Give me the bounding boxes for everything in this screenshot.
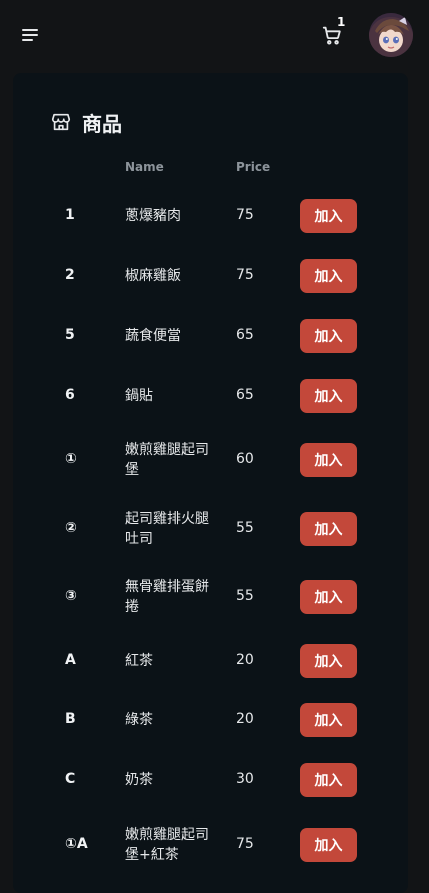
product-price: 60 <box>236 451 254 467</box>
hamburger-menu-icon[interactable] <box>22 26 42 44</box>
product-id: 1 <box>65 207 75 223</box>
add-to-cart-button[interactable]: 加入 <box>300 580 357 614</box>
product-name: 蔬食便當 <box>125 328 181 344</box>
product-price: 75 <box>236 836 254 852</box>
product-id: ① <box>65 451 77 467</box>
product-name: 綠茶 <box>125 712 153 728</box>
product-id: ③ <box>65 588 77 604</box>
add-to-cart-button[interactable]: 加入 <box>300 644 357 678</box>
column-header-name: Name <box>125 160 164 174</box>
product-price: 55 <box>236 588 254 604</box>
add-to-cart-button[interactable]: 加入 <box>300 703 357 737</box>
add-to-cart-button[interactable]: 加入 <box>300 259 357 293</box>
product-name: 紅茶 <box>125 653 153 669</box>
product-id: ② <box>65 520 77 536</box>
product-price: 65 <box>236 387 254 403</box>
add-to-cart-button[interactable]: 加入 <box>300 828 357 862</box>
user-avatar[interactable] <box>369 13 413 57</box>
product-id: B <box>65 711 76 727</box>
product-id: A <box>65 652 76 668</box>
add-to-cart-button[interactable]: 加入 <box>300 763 357 797</box>
avatar-image <box>369 13 413 57</box>
product-name: 蔥爆豬肉 <box>125 208 181 224</box>
add-to-cart-button[interactable]: 加入 <box>300 443 357 477</box>
product-price: 65 <box>236 327 254 343</box>
top-bar: 1 <box>0 0 429 70</box>
add-to-cart-button[interactable]: 加入 <box>300 512 357 546</box>
product-name: 奶茶 <box>125 772 153 788</box>
product-id: C <box>65 771 76 787</box>
product-price: 20 <box>236 652 254 668</box>
cart-count-badge: 1 <box>337 15 346 29</box>
column-header-price: Price <box>236 160 271 174</box>
section-header: 商品 <box>50 109 122 136</box>
section-title: 商品 <box>82 111 122 136</box>
add-to-cart-button[interactable]: 加入 <box>300 199 357 233</box>
product-id: 6 <box>65 387 75 403</box>
product-name: 鍋貼 <box>125 388 153 404</box>
product-name: 椒麻雞飯 <box>125 268 181 284</box>
product-price: 20 <box>236 711 254 727</box>
product-price: 30 <box>236 771 254 787</box>
product-name: 無骨雞排蛋餅捲 <box>125 579 209 615</box>
add-to-cart-button[interactable]: 加入 <box>300 379 357 413</box>
product-name: 起司雞排火腿吐司 <box>125 511 209 547</box>
products-panel: 商品 Name Price 1 蔥爆豬肉 75 加入 2 椒麻雞飯 75 加入 5 蔬食便當 65 加… <box>13 73 408 893</box>
product-id: ①A <box>65 836 88 852</box>
product-name: 嫩煎雞腿起司堡+紅茶 <box>125 827 209 863</box>
store-icon <box>51 113 71 131</box>
product-price: 75 <box>236 207 254 223</box>
product-price: 55 <box>236 520 254 536</box>
add-to-cart-button[interactable]: 加入 <box>300 319 357 353</box>
product-name: 嫩煎雞腿起司堡 <box>125 442 209 478</box>
product-id: 5 <box>65 327 75 343</box>
product-price: 75 <box>236 267 254 283</box>
product-id: 2 <box>65 267 75 283</box>
